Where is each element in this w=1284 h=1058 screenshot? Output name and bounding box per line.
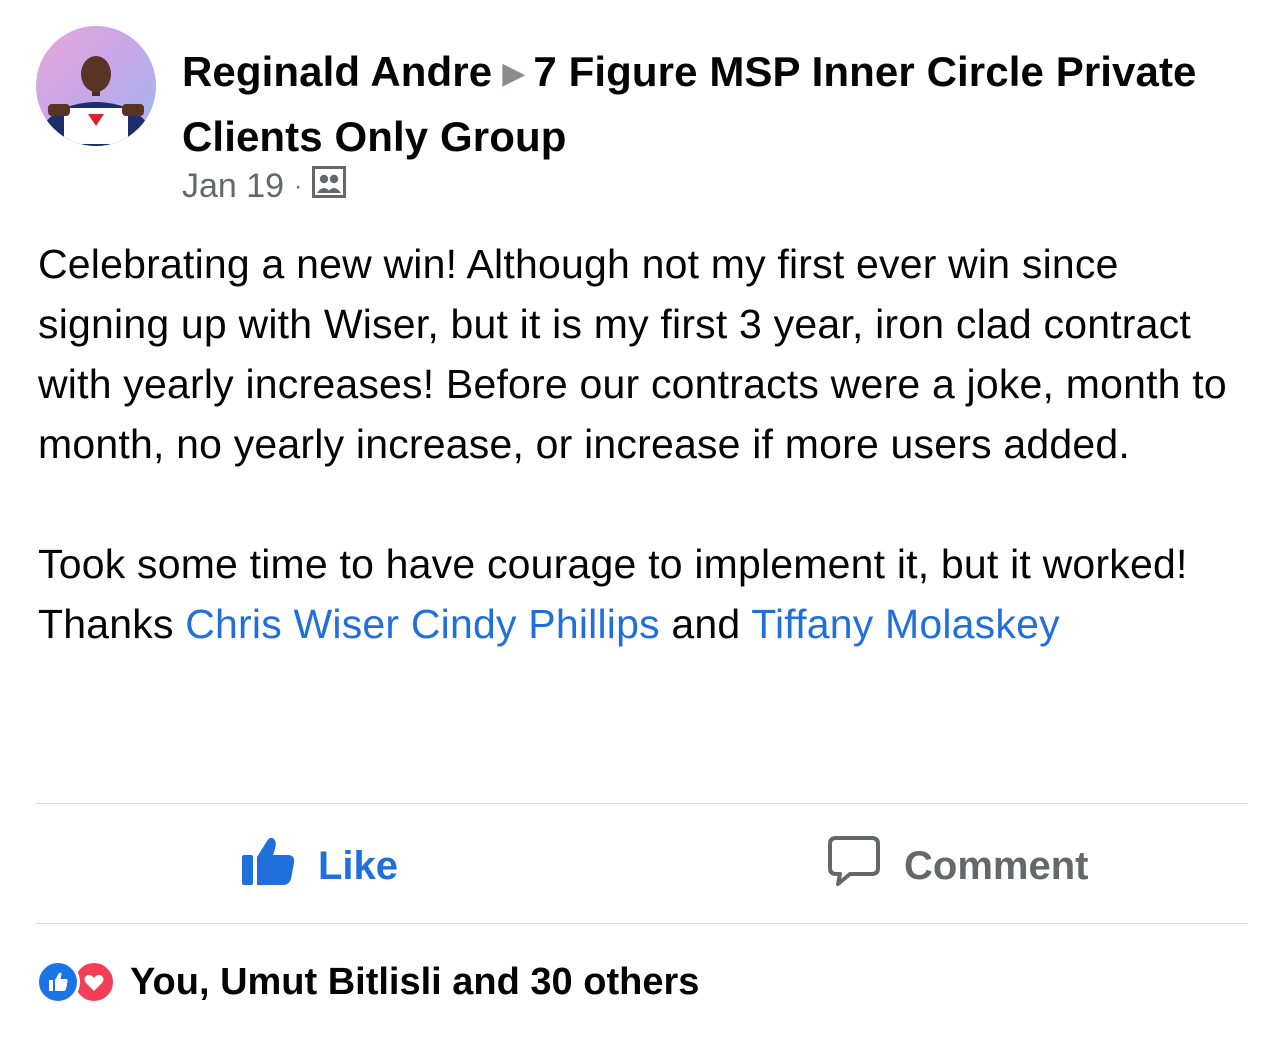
author-name[interactable]: Reginald Andre xyxy=(182,48,492,95)
post-body: Celebrating a new win! Although not my f… xyxy=(38,234,1258,654)
conjunction-text: and xyxy=(659,601,752,647)
like-reaction-icon xyxy=(36,960,80,1004)
group-icon xyxy=(312,166,347,207)
post-date[interactable]: Jan 19 xyxy=(182,167,284,206)
meta-separator: · xyxy=(294,172,303,200)
post-meta: Jan 19 · xyxy=(182,166,347,207)
comment-button[interactable]: Comment xyxy=(826,836,1088,896)
like-label: Like xyxy=(318,843,399,888)
post-paragraph: Took some time to have courage to implem… xyxy=(38,534,1258,654)
arrow-right-icon: ▶ xyxy=(502,57,526,90)
divider xyxy=(36,923,1248,924)
mention-link[interactable]: Cindy Phillips xyxy=(411,601,660,647)
mention-link[interactable]: Chris Wiser xyxy=(185,601,399,647)
reactions-summary[interactable]: You, Umut Bitlisli and 30 others xyxy=(36,960,699,1004)
author-avatar[interactable] xyxy=(36,26,156,146)
like-button[interactable]: Like xyxy=(240,836,398,896)
thumbs-up-icon xyxy=(240,835,296,897)
post-header: Reginald Andre ▶ 7 Figure MSP Inner Circle… xyxy=(182,42,1242,167)
comment-label: Comment xyxy=(904,843,1089,888)
mention-link[interactable]: Tiffany Molaskey xyxy=(751,601,1060,647)
divider xyxy=(36,803,1248,804)
comment-bubble-icon xyxy=(826,834,882,898)
reactions-text: You, Umut Bitlisli and 30 others xyxy=(130,960,700,1003)
post-paragraph: Celebrating a new win! Although not my f… xyxy=(38,241,1227,467)
avatar-image xyxy=(40,56,152,146)
